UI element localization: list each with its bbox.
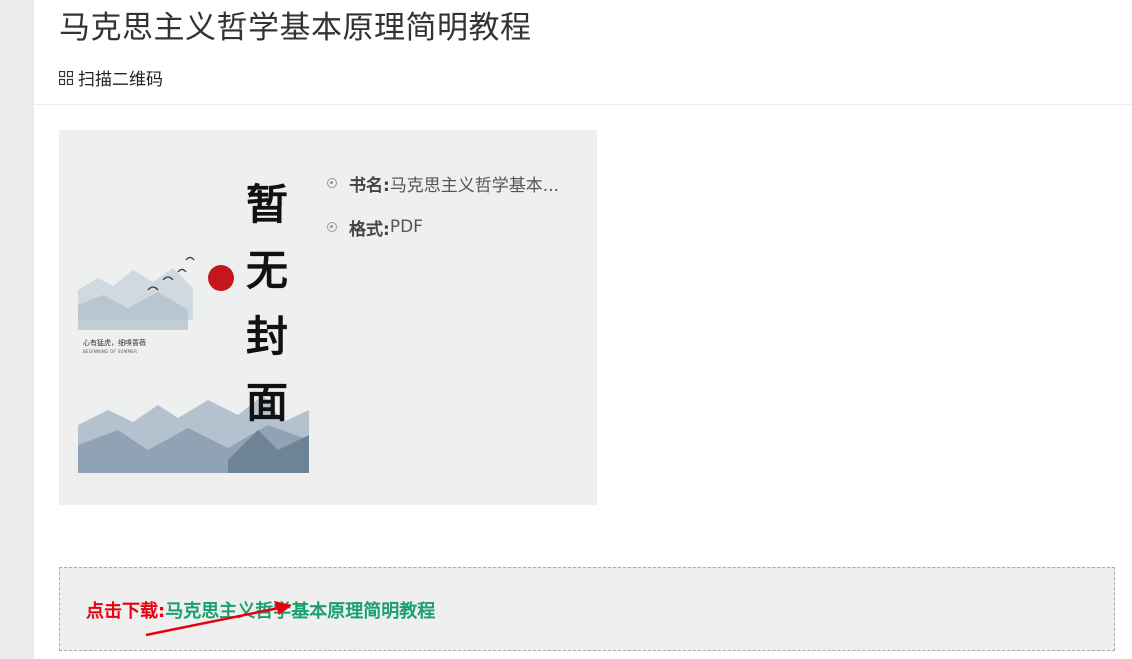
book-meta-list: 书名: 马克思主义哲学基本... 格式: PDF xyxy=(327,170,559,258)
cover-char-2: 无 xyxy=(245,246,288,295)
qr-label: 扫描二维码 xyxy=(78,70,163,90)
format-value: PDF xyxy=(389,217,423,237)
format-label: 格式: xyxy=(349,219,390,240)
page-title: 马克思主义哲学基本原理简明教程 xyxy=(59,10,532,46)
article-content: 马克思主义哲学基本原理简明教程 扫描二维码 暂 无 封 面 心有猛虎，细嗅蔷薇 … xyxy=(34,0,1132,659)
circle-bullet-icon xyxy=(327,178,337,188)
meta-item-name: 书名: 马克思主义哲学基本... xyxy=(327,170,559,196)
cover-motto: 心有猛虎，细嗅蔷薇 xyxy=(83,339,146,347)
book-cover-image: 暂 无 封 面 心有猛虎，细嗅蔷薇 BEGINNING OF SUMMER xyxy=(78,160,309,473)
meta-item-format: 格式: PDF xyxy=(327,214,559,240)
name-value: 马克思主义哲学基本... xyxy=(389,175,560,196)
cover-char-1: 暂 xyxy=(245,180,288,229)
name-label: 书名: xyxy=(349,175,390,196)
left-rail xyxy=(0,0,34,659)
cover-placeholder-text: 暂 无 封 面 xyxy=(242,172,292,436)
book-info-panel: 暂 无 封 面 心有猛虎，细嗅蔷薇 BEGINNING OF SUMMER 书名… xyxy=(59,130,597,505)
qr-code-icon xyxy=(59,70,73,85)
cover-motto-en: BEGINNING OF SUMMER xyxy=(83,349,138,354)
scan-qr-code-link[interactable]: 扫描二维码 xyxy=(59,65,163,90)
cover-char-4: 面 xyxy=(245,378,288,427)
circle-bullet-icon xyxy=(327,222,337,232)
annotation-arrow-icon xyxy=(145,601,292,637)
cover-char-3: 封 xyxy=(245,312,288,361)
header-divider xyxy=(34,104,1132,105)
